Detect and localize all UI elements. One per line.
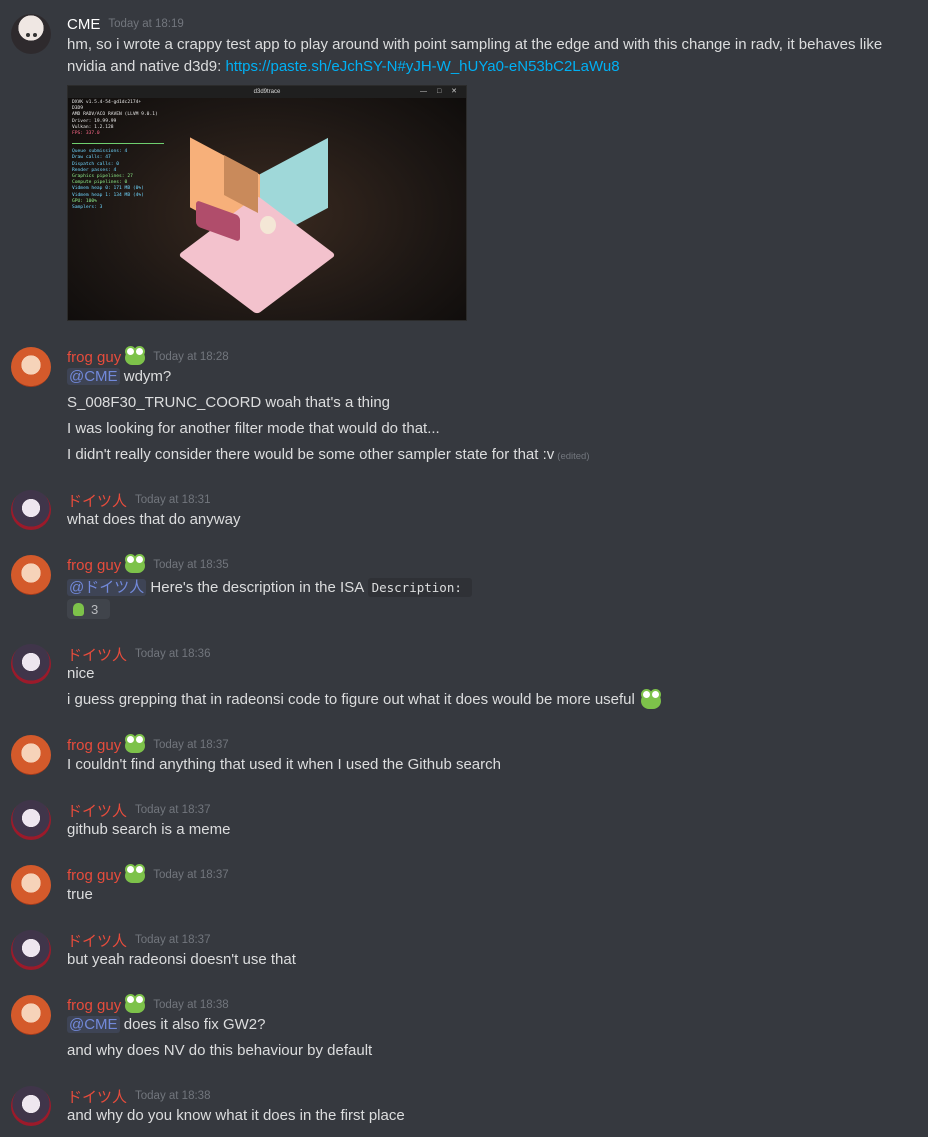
message-text: true (67, 886, 93, 903)
avatar[interactable] (11, 347, 51, 387)
timestamp: Today at 18:19 (108, 18, 184, 30)
author-name[interactable]: frog guy (67, 997, 121, 1014)
frog-emoji-icon (125, 864, 146, 883)
timestamp: Today at 18:28 (153, 351, 229, 363)
avatar[interactable] (11, 800, 51, 840)
message-text: @CME does it also fix GW2? (67, 1016, 266, 1033)
message-text: github search is a meme (67, 821, 231, 838)
message-text: and why do you know what it does in the … (67, 1107, 405, 1124)
avatar[interactable] (11, 995, 51, 1035)
author-name[interactable]: ドイツ人 (67, 490, 127, 511)
timestamp: Today at 18:37 (135, 934, 211, 946)
avatar[interactable] (11, 865, 51, 905)
timestamp: Today at 18:38 (135, 1090, 211, 1102)
message-text: nice (67, 665, 95, 682)
message-text: nvidia and native d3d9: (67, 58, 226, 75)
user-mention[interactable]: @ドイツ人 (67, 579, 147, 596)
timestamp: Today at 18:37 (153, 869, 229, 881)
avatar[interactable] (11, 14, 51, 54)
message-text: hm, so i wrote a crappy test app to play… (67, 36, 883, 53)
message-text: I was looking for another filter mode th… (67, 420, 440, 437)
timestamp: Today at 18:37 (153, 739, 229, 751)
timestamp: Today at 18:37 (135, 804, 211, 816)
message-text: I didn't really consider there would be … (67, 446, 590, 463)
timestamp: Today at 18:36 (135, 648, 211, 660)
author-name[interactable]: ドイツ人 (67, 800, 127, 821)
author-name[interactable]: CME (67, 16, 100, 33)
message-text: @ドイツ人 Here's the description in the ISA … (67, 576, 472, 597)
message-text: i guess grepping that in radeonsi code t… (67, 688, 662, 709)
user-mention[interactable]: @CME (67, 368, 120, 385)
frog-reaction-icon (73, 602, 84, 616)
author-name[interactable]: ドイツ人 (67, 930, 127, 951)
message-text: S_008F30_TRUNC_COORD woah that's a thing (67, 394, 391, 411)
inline-code: Description: (367, 578, 472, 597)
isometric-room-image (177, 137, 337, 315)
message-text: what does that do anyway (67, 511, 241, 528)
frog-emoji-icon (125, 994, 146, 1013)
reaction-count: 3 (91, 601, 99, 617)
author-name[interactable]: frog guy (67, 349, 121, 366)
message-text: I couldn't find anything that used it wh… (67, 756, 501, 773)
message-text: but yeah radeonsi doesn't use that (67, 951, 296, 968)
hud-line: FPS: 337.0 (72, 131, 100, 137)
screenshot-attachment[interactable]: d3d9trace — □ ✕ DXVK v1.5.4-54-gd1dc2174… (67, 85, 467, 321)
frog-emoji-icon (125, 554, 146, 573)
avatar[interactable] (11, 490, 51, 530)
author-name[interactable]: ドイツ人 (67, 1086, 127, 1107)
attachment-window-title: d3d9trace (253, 89, 281, 95)
message-text-with-link: nvidia and native d3d9: https://paste.sh… (67, 58, 620, 75)
avatar[interactable] (11, 1086, 51, 1126)
author-name[interactable]: frog guy (67, 867, 121, 884)
hud-stat: Samplers: 3 (72, 205, 103, 211)
user-mention[interactable]: @CME (67, 1016, 120, 1033)
edited-label: (edited) (557, 451, 590, 462)
avatar[interactable] (11, 735, 51, 775)
avatar[interactable] (11, 644, 51, 684)
author-name[interactable]: frog guy (67, 737, 121, 754)
reaction-button[interactable]: 3 (67, 599, 110, 619)
frog-emoji-icon (125, 734, 146, 753)
avatar[interactable] (11, 555, 51, 595)
timestamp: Today at 18:31 (135, 494, 211, 506)
message-text: and why does NV do this behaviour by def… (67, 1042, 373, 1059)
paste-link[interactable]: https://paste.sh/eJchSY-N#yJH-W_hUYa0-eN… (225, 58, 619, 75)
timestamp: Today at 18:38 (153, 999, 229, 1011)
timestamp: Today at 18:35 (153, 559, 229, 571)
dxvk-hud: DXVK v1.5.4-54-gd1dc2174+ D3D9 AMD RADV/… (72, 100, 164, 211)
message-text: @CME wdym? (67, 368, 172, 385)
author-name[interactable]: frog guy (67, 557, 121, 574)
frog-emoji-icon (641, 688, 662, 709)
author-name[interactable]: ドイツ人 (67, 644, 127, 665)
avatar[interactable] (11, 930, 51, 970)
hud-line: AMD RADV/ACO RAVEN (LLVM 9.0.1) (72, 112, 158, 118)
frog-emoji-icon (125, 346, 146, 365)
window-controls-icon: — □ ✕ (420, 88, 461, 95)
